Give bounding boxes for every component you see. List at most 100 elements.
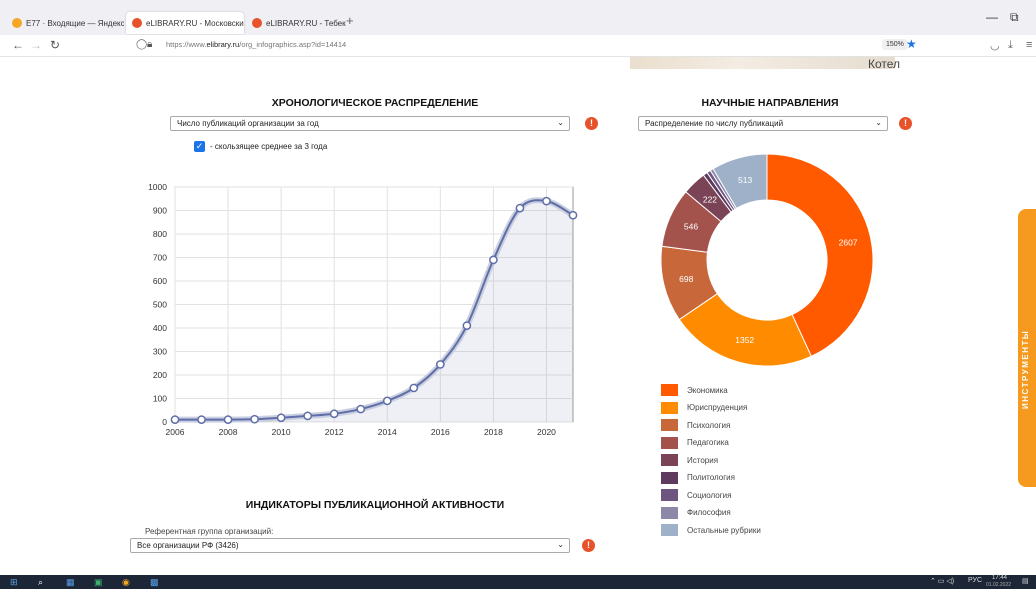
legend-item[interactable]: История	[661, 453, 718, 467]
bookmark-star-icon[interactable]: ★	[906, 37, 917, 51]
data-point	[329, 409, 339, 419]
tab-yandex-mail[interactable]: Е77 · Входящие — Яндекс Поч ✕	[6, 12, 124, 34]
language-indicator[interactable]: РУС	[968, 577, 982, 584]
legend-label: Экономика	[687, 385, 728, 395]
new-tab-button[interactable]: +	[346, 13, 354, 28]
slice-label: 513	[738, 175, 752, 185]
clock-date[interactable]: 01.02.2022	[986, 582, 1011, 588]
legend-item[interactable]: Политология	[661, 471, 735, 485]
data-point	[435, 360, 445, 369]
data-point	[462, 321, 472, 330]
nav-bar: ← → ↻ ◯ 🔒︎ https://www.elibrary.ru/org_i…	[0, 35, 1036, 57]
data-point	[223, 415, 233, 424]
menu-icon[interactable]: ≡	[1026, 39, 1032, 51]
data-point	[356, 404, 366, 414]
tray-icons[interactable]: ⌃ ▭ ◁)	[930, 577, 954, 585]
notifications-icon[interactable]: ▤	[1022, 577, 1029, 585]
slice-label: 546	[684, 222, 698, 232]
info-icon[interactable]: !	[582, 539, 595, 552]
slice-label: 1352	[735, 335, 754, 345]
legend-swatch	[661, 489, 678, 501]
y-tick-label: 600	[153, 276, 167, 286]
page-content: Котел ХРОНОЛОГИЧЕСКОЕ РАСПРЕДЕЛЕНИЕ Числ…	[0, 57, 1036, 575]
zoom-badge[interactable]: 150%	[882, 39, 908, 50]
tab-elibrary-1[interactable]: eLIBRARY.RU - Московский уни ✕	[126, 12, 244, 34]
chrono-metric-select[interactable]: Число публикаций организации за год ⌄	[170, 116, 570, 131]
url-domain: elibrary.ru	[206, 40, 240, 49]
reload-icon[interactable]: ↻	[50, 38, 60, 52]
legend-swatch	[661, 471, 678, 484]
y-tick-label: 0	[162, 417, 167, 427]
minimize-icon[interactable]: —	[986, 10, 998, 24]
info-icon[interactable]: !	[899, 117, 912, 130]
forward-icon[interactable]: →	[30, 38, 42, 52]
chevron-down-icon: ⌄	[557, 118, 564, 127]
download-icon[interactable]: ⤓	[1008, 39, 1013, 52]
search-icon[interactable]: ⌕	[38, 577, 43, 587]
legend-item[interactable]: Социология	[661, 488, 731, 502]
sci-metric-select[interactable]: Распределение по числу публикаций ⌄	[638, 116, 888, 131]
data-point	[276, 413, 286, 423]
legend-label: Психология	[687, 420, 731, 430]
browser-window: Е77 · Входящие — Яндекс Поч ✕ eLIBRARY.R…	[0, 0, 1036, 589]
reference-group-select[interactable]: Все организации РФ (3426) ⌄	[130, 538, 570, 553]
legend-label: Социология	[687, 490, 732, 500]
chevron-down-icon: ⌄	[875, 118, 882, 127]
taskview-icon[interactable]: ▦	[66, 577, 75, 587]
windows-taskbar: ⊞ ⌕ ▦ ▣ ◉ ▩ ⌃ ▭ ◁) РУС 17:44 01.02.2022 …	[0, 575, 1036, 589]
legend-item[interactable]: Юриспруденция	[661, 401, 747, 415]
y-tick-label: 1000	[148, 182, 167, 192]
indicators-title: ИНДИКАТОРЫ ПУБЛИКАЦИОННОЙ АКТИВНОСТИ	[245, 499, 505, 511]
y-tick-label: 800	[153, 229, 167, 239]
moving-average-checkbox[interactable]: ✓	[194, 141, 205, 152]
pocket-icon[interactable]: ◡	[990, 39, 1000, 52]
info-icon[interactable]: !	[585, 117, 598, 130]
restore-icon[interactable]: ⧉	[1010, 10, 1019, 25]
x-tick-label: 2020	[537, 427, 556, 437]
excel-icon[interactable]: ▣	[94, 577, 103, 587]
data-point	[489, 255, 498, 265]
map-label: Котел	[868, 57, 901, 71]
elibrary-icon	[132, 18, 142, 28]
y-tick-label: 400	[153, 323, 167, 333]
legend-swatch	[661, 384, 678, 396]
legend-item[interactable]: Философия	[661, 506, 731, 520]
elibrary-icon	[252, 18, 262, 28]
tab-elibrary-2[interactable]: eLIBRARY.RU - Тебекин Алексе ✕	[246, 12, 346, 34]
chrono-select-value: Число публикаций организации за год	[177, 119, 319, 128]
y-tick-label: 200	[153, 370, 167, 380]
firefox-icon[interactable]: ◉	[122, 577, 130, 587]
lock-icon[interactable]: 🔒︎	[147, 39, 152, 50]
x-tick-label: 2008	[219, 427, 238, 437]
legend-label: Юриспруденция	[687, 403, 748, 412]
clock-time[interactable]: 17:44	[992, 575, 1007, 581]
legend-item[interactable]: Экономика	[661, 383, 728, 397]
legend-swatch	[661, 401, 678, 414]
chrono-title: ХРОНОЛОГИЧЕСКОЕ РАСПРЕДЕЛЕНИЕ	[271, 97, 479, 109]
x-tick-label: 2012	[325, 427, 344, 437]
x-tick-label: 2010	[272, 427, 291, 437]
x-tick-label: 2014	[378, 427, 397, 437]
address-bar[interactable]: https://www.elibrary.ru/org_infographics…	[166, 40, 346, 49]
y-tick-label: 500	[153, 300, 167, 310]
windows-start-icon[interactable]: ⊞	[10, 577, 18, 587]
tab-label: eLIBRARY.RU - Тебекин Алексе	[266, 18, 346, 28]
mail-icon	[12, 18, 22, 28]
legend-item[interactable]: Остальные рубрики	[661, 523, 761, 537]
back-icon[interactable]: ←	[12, 38, 24, 52]
app-icon[interactable]: ▩	[150, 577, 159, 587]
data-point	[409, 383, 419, 393]
y-tick-label: 700	[153, 253, 167, 263]
legend-item[interactable]: Психология	[661, 418, 730, 432]
legend-label: Философия	[687, 508, 731, 517]
legend-swatch	[661, 419, 678, 431]
tools-side-tab[interactable]: ИНСТРУМЕНТЫ	[1018, 209, 1036, 487]
tools-label: ИНСТРУМЕНТЫ	[1021, 329, 1030, 409]
reference-select-value: Все организации РФ (3426)	[137, 541, 239, 550]
legend-label: История	[687, 455, 719, 465]
donut-chart: 2607 1352 698 546 222 513	[660, 153, 874, 367]
shield-icon[interactable]: ◯	[136, 39, 147, 50]
tab-bar: Е77 · Входящие — Яндекс Поч ✕ eLIBRARY.R…	[0, 0, 1036, 35]
x-tick-label: 2006	[166, 427, 185, 437]
legend-item[interactable]: Педагогика	[661, 436, 729, 450]
